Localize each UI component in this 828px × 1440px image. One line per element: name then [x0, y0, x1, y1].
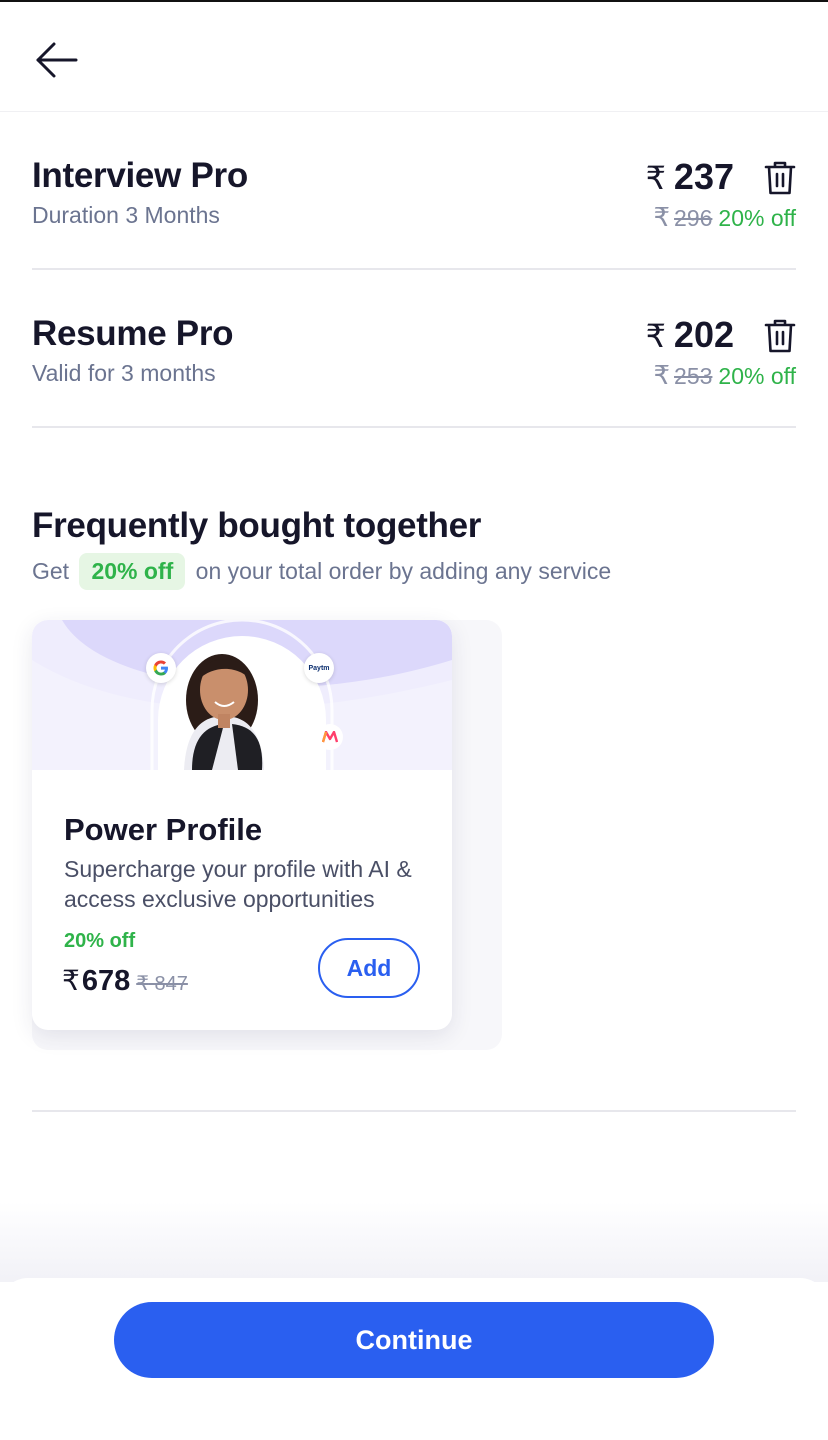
delete-item-button[interactable]: [764, 318, 796, 354]
price-value: 237: [673, 156, 734, 197]
card-price: ₹678 ₹ 847: [62, 964, 188, 998]
original-price: 296: [674, 205, 713, 231]
section-title: Frequently bought together: [32, 506, 482, 545]
discount-label: 20% off: [718, 363, 796, 389]
delete-item-button[interactable]: [764, 160, 796, 196]
item-price: ₹237: [646, 156, 734, 198]
section-divider: [32, 1110, 796, 1112]
card-banner: Paytm: [32, 620, 452, 770]
top-bar: [0, 2, 828, 112]
card-title: Power Profile: [64, 812, 263, 847]
paytm-logo-icon: Paytm: [304, 653, 334, 683]
discount-pill: 20% off: [79, 553, 186, 590]
original-value: 847: [154, 973, 188, 995]
myntra-m-glyph: [322, 731, 338, 743]
currency-symbol: ₹: [62, 965, 80, 996]
paytm-text: Paytm: [308, 664, 330, 672]
myntra-logo-icon: [317, 724, 343, 750]
cart-item-interview-pro: Interview Pro Duration 3 Months ₹237 ₹29…: [32, 112, 796, 270]
bottom-action-bar: Continue: [0, 1278, 828, 1440]
item-title: Interview Pro: [32, 156, 248, 195]
original-currency: ₹: [653, 202, 671, 232]
bottom-fade: [0, 1202, 828, 1282]
card-discount: 20% off: [64, 930, 136, 952]
add-button[interactable]: Add: [318, 938, 420, 998]
trash-icon: [764, 319, 796, 353]
original-currency: ₹: [136, 973, 149, 995]
currency-symbol: ₹: [645, 318, 666, 354]
cart-item-resume-pro: Resume Pro Valid for 3 months ₹202 ₹253 2…: [32, 270, 796, 428]
trash-icon: [764, 161, 796, 195]
cart-page: Interview Pro Duration 3 Months ₹237 ₹29…: [0, 0, 828, 1440]
item-subtitle: Valid for 3 months: [32, 360, 216, 386]
currency-symbol: ₹: [645, 160, 666, 196]
original-price: ₹ 847: [136, 973, 188, 995]
original-currency: ₹: [653, 360, 671, 390]
item-title: Resume Pro: [32, 314, 234, 353]
section-subtitle: Get 20% off on your total order by addin…: [32, 553, 611, 590]
subtitle-suffix: on your total order by adding any servic…: [195, 558, 612, 584]
power-profile-card[interactable]: Paytm Power Profile Supercharge your pro…: [32, 620, 452, 1030]
item-subtitle: Duration 3 Months: [32, 202, 220, 228]
discount-label: 20% off: [718, 205, 796, 231]
arrow-left-icon: [36, 42, 78, 78]
subtitle-prefix: Get: [32, 558, 70, 584]
google-logo-icon: [146, 653, 176, 683]
continue-button[interactable]: Continue: [114, 1302, 714, 1378]
price-breakdown: ₹296 20% off: [653, 202, 796, 233]
price-value: 202: [673, 314, 734, 355]
price-breakdown: ₹253 20% off: [653, 360, 796, 391]
price-value: 678: [81, 965, 131, 997]
banner-illustration: [32, 620, 452, 770]
original-price: 253: [674, 363, 713, 389]
google-g-glyph: [153, 660, 168, 676]
item-price: ₹202: [646, 314, 734, 356]
card-description: Supercharge your profile with AI & acces…: [64, 856, 412, 912]
back-button[interactable]: [34, 40, 80, 80]
